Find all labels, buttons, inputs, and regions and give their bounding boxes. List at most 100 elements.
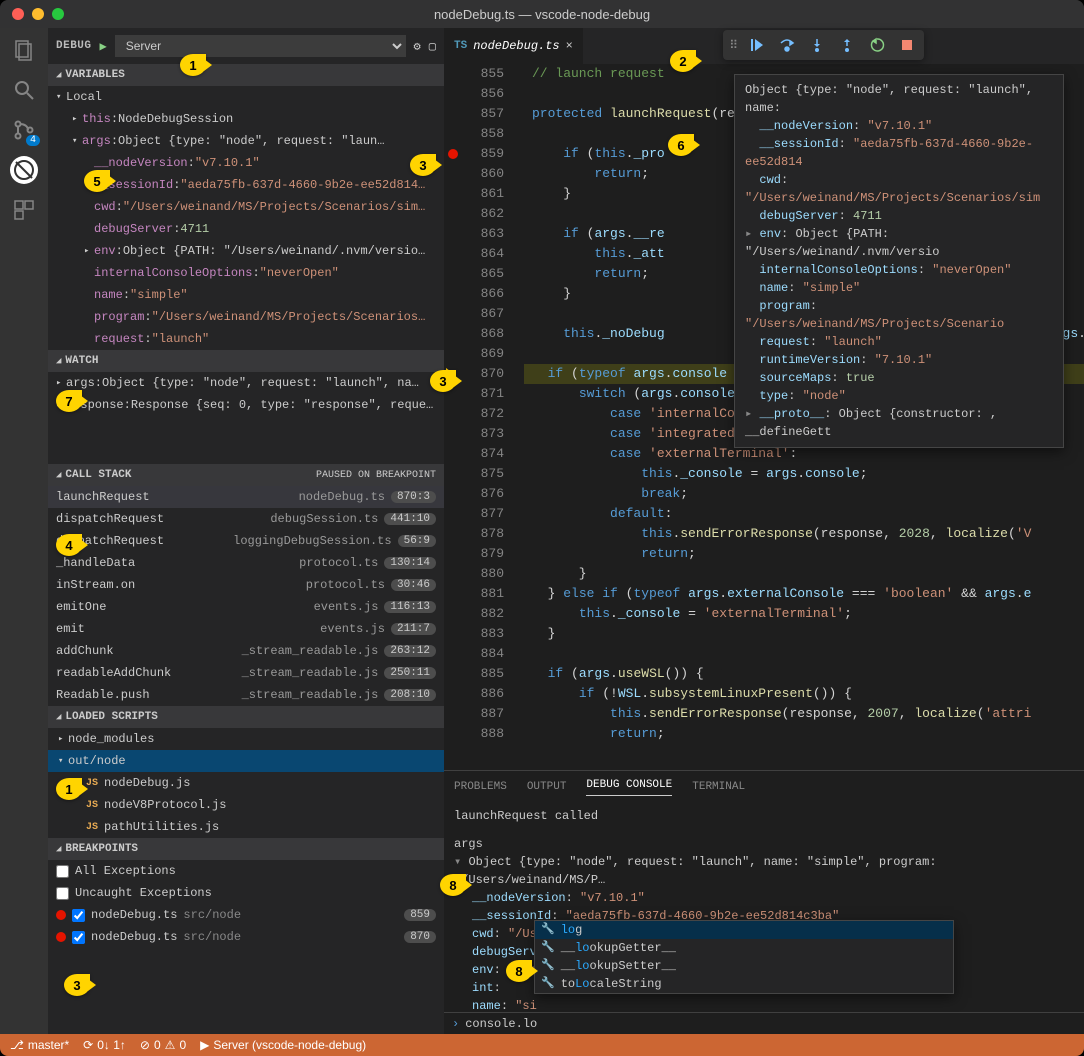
callstack-frame[interactable]: addChunk_stream_readable.js263:12 — [48, 640, 444, 662]
sync-status[interactable]: ⟳ 0↓ 1↑ — [83, 1038, 126, 1052]
debug-hover[interactable]: Object {type: "node", request: "launch",… — [734, 74, 1064, 448]
scm-icon[interactable]: 4 — [10, 116, 38, 144]
variable-row[interactable]: program: "/Users/weinand/MS/Projects/Sce… — [48, 306, 444, 328]
extensions-icon[interactable] — [10, 196, 38, 224]
debug-icon[interactable] — [10, 156, 38, 184]
annotation-callout: 4 — [56, 534, 82, 556]
loaded-script[interactable]: JSnodeV8Protocol.js — [48, 794, 444, 816]
annotation-callout: 1 — [56, 778, 82, 800]
callstack-frame[interactable]: emitOneevents.js116:13 — [48, 596, 444, 618]
annotation-callout: 8 — [506, 960, 532, 982]
callstack-header[interactable]: ◢CALL STACKPAUSED ON BREAKPOINT — [48, 464, 444, 486]
bottom-panel: PROBLEMS OUTPUT DEBUG CONSOLE TERMINAL laun… — [444, 770, 1084, 1034]
bp-checkbox[interactable] — [56, 887, 69, 900]
annotation-callout: 7 — [56, 390, 82, 412]
titlebar: nodeDebug.ts — vscode-node-debug — [0, 0, 1084, 28]
annotation-callout: 2 — [670, 50, 696, 72]
loaded-script[interactable]: JSpathUtilities.js — [48, 816, 444, 838]
callstack-frame[interactable]: Readable.push_stream_readable.js208:10 — [48, 684, 444, 706]
callstack-frame[interactable]: _handleDataprotocol.ts130:14 — [48, 552, 444, 574]
explorer-icon[interactable] — [10, 36, 38, 64]
breakpoint-row[interactable]: nodeDebug.tssrc/node870 — [48, 926, 444, 948]
panel-tab[interactable]: PROBLEMS — [454, 781, 507, 793]
loaded-header[interactable]: ◢LOADED SCRIPTS — [48, 706, 444, 728]
bp-checkbox[interactable] — [56, 865, 69, 878]
errors-status[interactable]: ⊘ 0 ⚠ 0 — [140, 1038, 186, 1052]
search-icon[interactable] — [10, 76, 38, 104]
bp-checkbox[interactable] — [72, 909, 85, 922]
variable-row[interactable]: internalConsoleOptions: "neverOpen" — [48, 262, 444, 284]
stop-button[interactable] — [894, 32, 920, 58]
panel-tab[interactable]: OUTPUT — [527, 781, 567, 793]
exception-breakpoint[interactable]: All Exceptions — [48, 860, 444, 882]
breakpoint-icon — [56, 932, 66, 942]
annotation-callout: 3 — [410, 154, 436, 176]
loaded-folder[interactable]: ▾out/node — [48, 750, 444, 772]
code-editor[interactable]: 8558568578588598608618628638648658668678… — [444, 64, 1084, 770]
repl-input[interactable]: ›console.lo — [444, 1012, 1084, 1034]
suggest-item[interactable]: 🔧log — [535, 921, 953, 939]
branch-status[interactable]: ⎇ master* — [10, 1038, 69, 1052]
editor-tabs: TS nodeDebug.ts × ⠿ — [444, 28, 1084, 64]
activity-bar: 4 — [0, 28, 48, 1034]
continue-button[interactable] — [744, 32, 770, 58]
annotation-callout: 3 — [430, 370, 456, 392]
variable-row[interactable]: ▾args: Object {type: "node", request: "l… — [48, 130, 444, 152]
breakpoint-glyph[interactable] — [448, 149, 458, 159]
restart-button[interactable] — [864, 32, 890, 58]
breakpoint-icon — [56, 910, 66, 920]
debug-console[interactable]: launchRequest called args ▾ Object {type… — [444, 803, 1084, 1012]
callstack-frame[interactable]: readableAddChunk_stream_readable.js250:1… — [48, 662, 444, 684]
exception-breakpoint[interactable]: Uncaught Exceptions — [48, 882, 444, 904]
variables-scope[interactable]: ▾Local — [48, 86, 444, 108]
callstack-frame[interactable]: inStream.onprotocol.ts30:46 — [48, 574, 444, 596]
annotation-callout: 8 — [440, 874, 466, 896]
ts-file-icon: TS — [454, 40, 467, 52]
watch-row[interactable]: ▸response: Response {seq: 0, type: "resp… — [48, 394, 444, 416]
variable-row[interactable]: name: "simple" — [48, 284, 444, 306]
tab-nodedebug[interactable]: TS nodeDebug.ts × — [444, 28, 583, 64]
close-tab-icon[interactable]: × — [566, 39, 573, 53]
scm-badge: 4 — [26, 135, 40, 146]
callstack-frame[interactable]: dispatchRequestloggingDebugSession.ts56:… — [48, 530, 444, 552]
debug-toolbar[interactable]: ⠿ — [723, 30, 924, 60]
watch-header[interactable]: ◢WATCH — [48, 350, 444, 372]
loaded-folder[interactable]: ▸node_modules — [48, 728, 444, 750]
annotation-callout: 6 — [668, 134, 694, 156]
grip-icon[interactable]: ⠿ — [727, 36, 740, 55]
suggest-item[interactable]: 🔧toLocaleString — [535, 975, 953, 993]
variables-header[interactable]: ◢VARIABLES — [48, 64, 444, 86]
breakpoint-row[interactable]: nodeDebug.tssrc/node859 — [48, 904, 444, 926]
suggest-widget[interactable]: 🔧log🔧__lookupGetter__🔧__lookupSetter__🔧t… — [534, 920, 954, 994]
step-out-button[interactable] — [834, 32, 860, 58]
debug-config-select[interactable]: Server — [115, 35, 406, 57]
debug-header: DEBUG ▶ Server ⚙ ▢ — [48, 28, 444, 64]
minimize-window[interactable] — [32, 8, 44, 20]
breakpoints-header[interactable]: ◢BREAKPOINTS — [48, 838, 444, 860]
variable-row[interactable]: ▸env: Object {PATH: "/Users/weinand/.nvm… — [48, 240, 444, 262]
variable-row[interactable]: cwd: "/Users/weinand/MS/Projects/Scenari… — [48, 196, 444, 218]
gear-icon[interactable]: ⚙ — [414, 39, 421, 54]
suggest-item[interactable]: 🔧__lookupSetter__ — [535, 957, 953, 975]
variable-row[interactable]: ▸this: NodeDebugSession — [48, 108, 444, 130]
maximize-window[interactable] — [52, 8, 64, 20]
callstack-frame[interactable]: dispatchRequestdebugSession.ts441:10 — [48, 508, 444, 530]
traffic-lights — [0, 8, 64, 20]
variable-row[interactable]: request: "launch" — [48, 328, 444, 350]
start-debug-button[interactable]: ▶ — [100, 39, 107, 54]
callstack-frame[interactable]: launchRequestnodeDebug.ts870:3 — [48, 486, 444, 508]
step-over-button[interactable] — [774, 32, 800, 58]
step-into-button[interactable] — [804, 32, 830, 58]
panel-tab[interactable]: DEBUG CONSOLE — [586, 779, 672, 796]
close-window[interactable] — [12, 8, 24, 20]
callstack-frame[interactable]: emitevents.js211:7 — [48, 618, 444, 640]
loaded-script[interactable]: JSnodeDebug.js — [48, 772, 444, 794]
bp-checkbox[interactable] — [72, 931, 85, 944]
watch-row[interactable]: ▸args: Object {type: "node", request: "l… — [48, 372, 444, 394]
variable-row[interactable]: debugServer: 4711 — [48, 218, 444, 240]
suggest-item[interactable]: 🔧__lookupGetter__ — [535, 939, 953, 957]
panel-tab[interactable]: TERMINAL — [692, 781, 745, 793]
run-status[interactable]: ▶ Server (vscode-node-debug) — [200, 1038, 366, 1052]
debug-console-icon[interactable]: ▢ — [429, 39, 436, 54]
debug-label: DEBUG — [56, 40, 92, 52]
